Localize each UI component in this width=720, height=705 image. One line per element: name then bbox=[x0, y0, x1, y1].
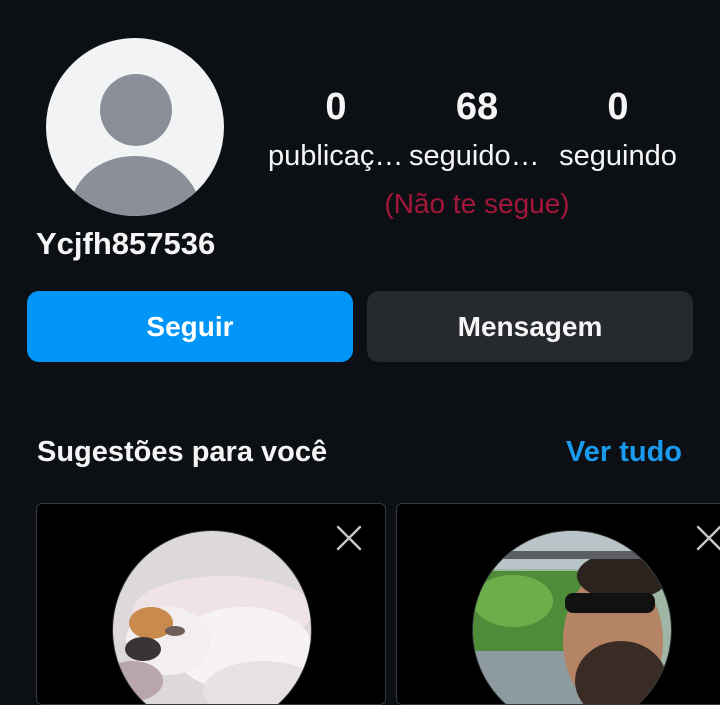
suggestion-card[interactable] bbox=[36, 503, 386, 705]
stat-following[interactable]: 0 seguindo bbox=[550, 86, 686, 176]
stat-followers-label: seguidores bbox=[409, 140, 545, 172]
cat-photo[interactable] bbox=[112, 530, 312, 704]
profile-avatar[interactable] bbox=[46, 38, 224, 216]
default-avatar-body bbox=[70, 156, 200, 216]
message-button[interactable]: Mensagem bbox=[367, 291, 693, 362]
relationship-note: (Não te segue) bbox=[384, 188, 570, 219]
close-icon[interactable] bbox=[335, 524, 363, 552]
stat-followers[interactable]: 68 seguidores bbox=[409, 86, 545, 176]
stat-posts-count: 0 bbox=[325, 86, 347, 128]
profile-username: Ycjfh857536 bbox=[36, 226, 216, 261]
suggestion-card[interactable] bbox=[396, 503, 720, 705]
follow-button[interactable]: Seguir bbox=[27, 291, 353, 362]
suggestions-title: Sugestões para você bbox=[37, 436, 328, 468]
stat-posts-label: publicações bbox=[268, 140, 404, 172]
man-sunglasses-photo[interactable] bbox=[472, 530, 672, 704]
stat-following-label: seguindo bbox=[559, 140, 677, 172]
close-icon[interactable] bbox=[695, 524, 720, 552]
stat-posts[interactable]: 0 publicações bbox=[268, 86, 404, 176]
see-all-link[interactable]: Ver tudo bbox=[566, 436, 682, 469]
stat-following-count: 0 bbox=[607, 86, 629, 128]
stat-followers-count: 68 bbox=[455, 86, 499, 128]
default-avatar-head bbox=[100, 74, 172, 146]
